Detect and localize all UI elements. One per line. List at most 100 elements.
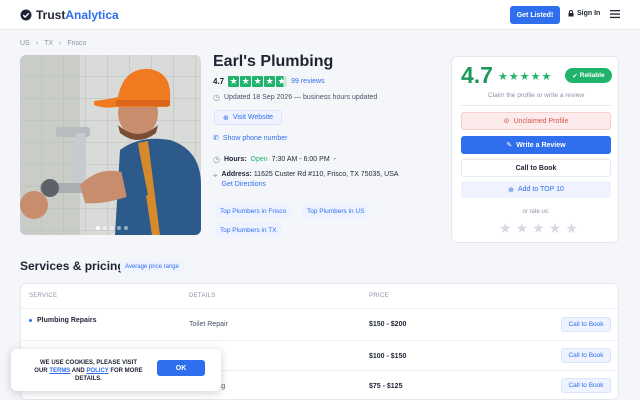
breadcrumb-separator: › (35, 40, 39, 47)
star-icon: ★ (264, 76, 276, 87)
unclaimed-label: Unclaimed Profile (513, 117, 569, 125)
hours-label: Hours: (223, 156, 247, 163)
clock-icon: ◷ (213, 155, 220, 164)
service-detail: Toilet Repair (189, 321, 228, 328)
hours-status: Open (250, 156, 268, 163)
claim-text: Claim the profile or write a review (487, 92, 585, 99)
rating-card: 4.7 ★ ★ ★ ★ ★ ✔ Reliable Claim the profi… (451, 56, 619, 243)
edit-icon: ✎ (506, 142, 513, 149)
reviews-link[interactable]: 99 reviews (291, 78, 324, 85)
star-icon: ★ (530, 71, 541, 83)
call-to-book-button[interactable]: Call to Book (461, 159, 611, 177)
plus-circle-icon: ⊕ (508, 186, 514, 194)
add-to-top-button[interactable]: ⊕ Add to TOP 10 (461, 181, 611, 198)
star-outline-icon[interactable]: ★ (532, 220, 545, 237)
star-outline-icon[interactable]: ★ (565, 220, 578, 237)
check-circle-icon: ✔ (572, 72, 578, 80)
top-bar: Trust Analytica Get Listed! Sign In (0, 0, 640, 30)
star-outline-icon[interactable]: ★ (499, 220, 512, 237)
logo-check-icon (20, 9, 32, 21)
star-icon: ★ (276, 76, 288, 87)
services-title: Services & pricing (20, 259, 125, 273)
star-outline-icon[interactable]: ★ (516, 220, 529, 237)
breadcrumb-item-frisco[interactable]: Frisco (67, 40, 86, 47)
write-review-label: Write a Review (516, 141, 566, 149)
rating-stars: ★ ★ ★ ★ ★ (228, 76, 288, 87)
unclaimed-profile-button[interactable]: ⊘ Unclaimed Profile (461, 112, 611, 130)
clock-refresh-icon: ◷ (213, 93, 220, 102)
get-listed-button[interactable]: Get Listed! (510, 6, 560, 24)
star-icon: ★ (541, 71, 552, 83)
address-text: 11625 Custer Rd #110, Frisco, TX 75035, … (253, 171, 399, 178)
service-name: Plumbing Repairs (29, 317, 97, 324)
star-icon: ★ (252, 76, 264, 87)
visit-website-label: Visit Website (232, 114, 274, 121)
reliable-label: Reliable (579, 72, 605, 79)
tag-top-plumbers-frisco[interactable]: Top Plumbers in Frisco (215, 204, 292, 218)
or-rate-text: or rate us: (522, 209, 550, 215)
rate-stars-input[interactable]: ★ ★ ★ ★ ★ (499, 220, 578, 237)
service-name-label: Plumbing Repairs (37, 317, 97, 324)
bullet-icon (29, 319, 32, 322)
business-title: Earl's Plumbing (213, 53, 334, 70)
lock-icon (568, 10, 574, 17)
updated-info: ◷ Updated 18 Sep 2026 — business hours u… (213, 93, 377, 102)
business-photo[interactable] (20, 55, 201, 235)
visit-website-button[interactable]: ⊕ Visit Website (214, 110, 282, 125)
row-call-to-book-button[interactable]: Call to Book (561, 317, 611, 332)
cookie-and: AND (71, 368, 85, 374)
divider (461, 105, 611, 106)
cookie-text: WE USE COOKIES, PLEASE VISIT OUR TERMS A… (21, 359, 156, 383)
add-to-top-label: Add to TOP 10 (517, 186, 564, 193)
plumber-illustration (20, 55, 201, 235)
breadcrumb-item-tx[interactable]: TX (44, 40, 53, 47)
star-icon: ★ (508, 71, 519, 83)
tag-top-plumbers-tx[interactable]: Top Plumbers in TX (215, 223, 282, 237)
sign-in-link[interactable]: Sign In (568, 10, 600, 17)
ban-icon: ⊘ (503, 118, 510, 125)
updated-text: Updated 18 Sep 2026 — business hours upd… (223, 94, 378, 101)
address-block: Address: 11625 Custer Rd #110, Frisco, T… (222, 171, 399, 188)
globe-icon: ⊕ (222, 114, 229, 122)
reliable-badge: ✔ Reliable (565, 68, 612, 83)
hours-info: ◷ Hours: Open 7:30 AM - 6:00 PM - (213, 155, 336, 164)
rating-row: 4.7 ★ ★ ★ ★ ★ 99 reviews (213, 76, 325, 87)
service-price: $100 - $150 (369, 353, 407, 360)
column-header-price: PRICE (369, 293, 389, 299)
star-icon: ★ (498, 71, 508, 83)
location-pin-icon: ⌖ (213, 171, 218, 180)
cookie-banner: WE USE COOKIES, PLEASE VISIT OUR TERMS A… (11, 349, 221, 391)
address-label: Address: (221, 171, 252, 178)
logo[interactable]: Trust Analytica (20, 8, 119, 22)
terms-link[interactable]: TERMS (49, 368, 70, 374)
star-icon: ★ (240, 76, 252, 87)
column-header-service: SERVICE (29, 293, 58, 299)
star-icon: ★ (228, 76, 240, 87)
show-phone-label: Show phone number (222, 134, 288, 142)
star-icon: ★ (519, 71, 530, 83)
tag-top-plumbers-us[interactable]: Top Plumbers in US (302, 204, 370, 218)
phone-icon: ✆ (213, 135, 219, 142)
table-row: Plumbing Repairs Toilet Repair $150 - $2… (21, 309, 618, 341)
service-price: $150 - $200 (369, 321, 407, 328)
brand-name-b: Analytica (65, 8, 119, 22)
write-review-button[interactable]: ✎ Write a Review (461, 136, 611, 154)
breadcrumb-separator: › (59, 40, 62, 47)
service-price: $75 - $125 (369, 383, 403, 390)
card-rating-value: 4.7 (461, 62, 493, 88)
average-price-badge: Average price range (120, 261, 184, 273)
show-phone-link[interactable]: ✆ Show phone number (213, 134, 288, 143)
policy-link[interactable]: POLICY (86, 368, 108, 374)
cookie-ok-button[interactable]: OK (157, 360, 205, 376)
cookie-line-1: WE USE COOKIES, PLEASE VISIT (39, 360, 138, 366)
row-call-to-book-button[interactable]: Call to Book (561, 378, 611, 393)
star-outline-icon[interactable]: ★ (549, 220, 562, 237)
hours-expand-toggle[interactable]: - (334, 156, 336, 163)
row-call-to-book-button[interactable]: Call to Book (561, 348, 611, 363)
cookie-our: OUR (34, 368, 48, 374)
breadcrumb-item-us[interactable]: US (20, 40, 30, 47)
get-directions-link[interactable]: Get Directions (222, 181, 399, 188)
hamburger-menu-icon[interactable] (610, 9, 620, 19)
sign-in-label: Sign In (577, 10, 601, 17)
cookie-for-more: FOR MORE (110, 368, 143, 374)
